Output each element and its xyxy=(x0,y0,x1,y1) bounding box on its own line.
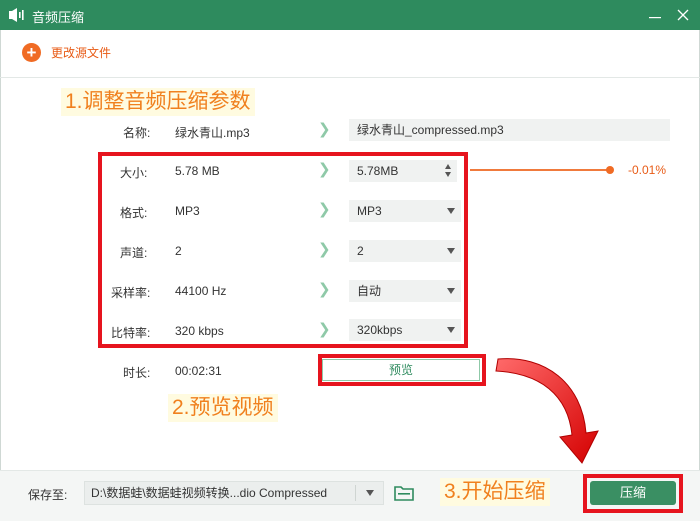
save-path-value: D:\数据蛙\数据蛙视频转换...dio Compressed xyxy=(91,486,328,500)
chevron-right-icon: ❯ xyxy=(318,281,331,298)
audio-app-icon xyxy=(9,8,24,22)
size-spinner[interactable]: 5.78MB xyxy=(349,160,457,182)
spin-up-icon[interactable] xyxy=(445,164,451,169)
format-label: 格式: xyxy=(120,206,148,220)
size-slider-track[interactable] xyxy=(470,169,610,171)
chevron-down-icon xyxy=(447,208,455,214)
source-file-name: 绿水青山.mp3 xyxy=(175,126,250,140)
annotation-step2: 2.预览视频 xyxy=(168,394,278,422)
chevron-down-icon xyxy=(447,288,455,294)
format-dropdown[interactable]: MP3 xyxy=(349,200,461,222)
duration-value: 00:02:31 xyxy=(175,364,222,378)
annotation-step3: 3.开始压缩 xyxy=(440,478,550,506)
minimize-button[interactable] xyxy=(644,4,666,26)
chevron-down-icon xyxy=(366,490,374,496)
folder-icon[interactable] xyxy=(394,484,414,502)
chevron-down-icon xyxy=(447,248,455,254)
sample-rate-label: 采样率: xyxy=(111,286,151,300)
change-source-button[interactable]: + 更改源文件 xyxy=(22,42,111,62)
channel-dropdown[interactable]: 2 xyxy=(349,240,461,262)
divider xyxy=(0,77,700,78)
close-icon xyxy=(677,9,689,21)
chevron-right-icon: ❯ xyxy=(318,161,331,178)
chevron-right-icon: ❯ xyxy=(318,321,331,338)
close-button[interactable] xyxy=(672,4,694,26)
annotation-step1: 1.调整音频压缩参数 xyxy=(61,88,255,116)
spin-down-icon[interactable] xyxy=(445,172,451,177)
target-channel-value: 2 xyxy=(357,244,364,258)
source-size-value: 5.78 MB xyxy=(175,164,220,178)
source-format-value: MP3 xyxy=(175,204,200,218)
chevron-right-icon: ❯ xyxy=(318,201,331,218)
chevron-right-icon: ❯ xyxy=(318,241,331,258)
chevron-right-icon: ❯ xyxy=(318,121,331,138)
bitrate-dropdown[interactable]: 320kbps xyxy=(349,319,461,341)
minimize-icon xyxy=(649,17,661,19)
output-name-field[interactable]: 绿水青山_compressed.mp3 xyxy=(349,119,670,141)
save-path-dropdown[interactable]: D:\数据蛙\数据蛙视频转换...dio Compressed xyxy=(84,481,384,505)
size-change-percent: -0.01% xyxy=(628,163,667,177)
duration-label: 时长: xyxy=(123,366,151,380)
bitrate-label: 比特率: xyxy=(111,326,151,340)
output-name-value: 绿水青山_compressed.mp3 xyxy=(357,123,504,137)
save-to-label: 保存至: xyxy=(28,488,68,502)
annotation-arrow-icon xyxy=(495,358,599,464)
target-bitrate-value: 320kbps xyxy=(357,323,403,337)
target-size-value: 5.78MB xyxy=(357,164,399,178)
change-source-label: 更改源文件 xyxy=(51,45,112,60)
sample-rate-dropdown[interactable]: 自动 xyxy=(349,280,461,302)
size-label: 大小: xyxy=(120,166,148,180)
size-slider-handle[interactable] xyxy=(606,166,614,174)
channel-label: 声道: xyxy=(120,246,148,260)
target-sample-rate-value: 自动 xyxy=(357,284,382,298)
source-sample-rate-value: 44100 Hz xyxy=(175,284,227,298)
divider xyxy=(355,485,356,501)
preview-button[interactable]: 预览 xyxy=(322,359,480,381)
window-title: 音频压缩 xyxy=(32,10,85,25)
plus-icon: + xyxy=(22,42,41,62)
chevron-down-icon xyxy=(447,327,455,333)
source-bitrate-value: 320 kbps xyxy=(175,324,224,338)
source-channel-value: 2 xyxy=(175,244,182,258)
name-label: 名称: xyxy=(123,126,151,140)
title-bar: 音频压缩 xyxy=(0,0,700,30)
compress-button[interactable]: 压缩 xyxy=(590,481,676,505)
target-format-value: MP3 xyxy=(357,204,382,218)
